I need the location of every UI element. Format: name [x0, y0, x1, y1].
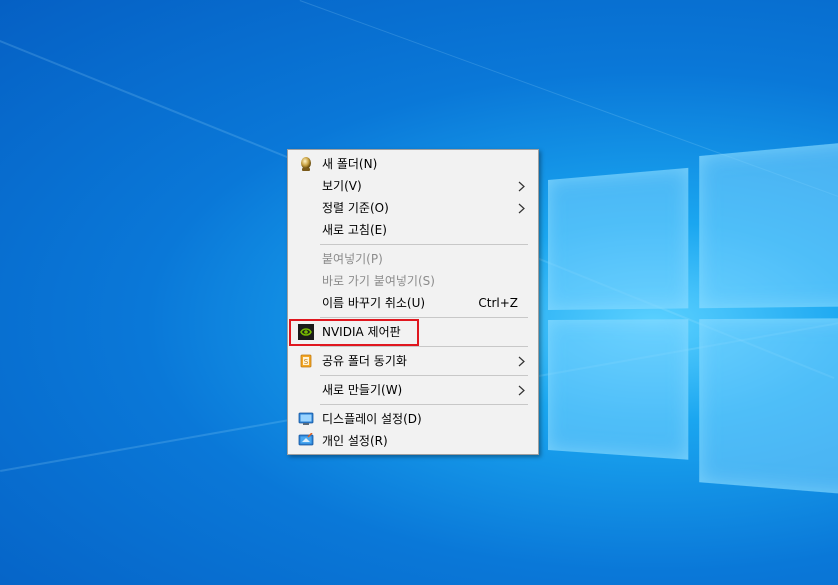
menu-item-label: 보기(V) [322, 179, 362, 193]
menu-separator [320, 244, 528, 245]
menu-separator [320, 346, 528, 347]
menu-item-label: 새 폴더(N) [322, 157, 378, 171]
menu-separator [320, 375, 528, 376]
menu-item-paste: 붙여넣기(P) [290, 248, 536, 270]
menu-item-label: 새로 만들기(W) [322, 383, 403, 397]
menu-item-shortcut: Ctrl+Z [478, 296, 518, 310]
menu-item-label: 이름 바꾸기 취소(U) [322, 296, 426, 310]
menu-item-new[interactable]: 새로 만들기(W) [290, 379, 536, 401]
windows-logo-pane [699, 136, 838, 309]
menu-item-label: 바로 가기 붙여넣기(S) [322, 274, 435, 288]
menu-separator [320, 317, 528, 318]
windows-logo-pane [548, 167, 689, 310]
chevron-right-icon [518, 379, 528, 401]
menu-item-display-settings[interactable]: 디스플레이 설정(D) [290, 408, 536, 430]
menu-item-label: 새로 고침(E) [322, 223, 387, 237]
chevron-right-icon [518, 350, 528, 372]
menu-separator [320, 404, 528, 405]
menu-item-refresh[interactable]: 새로 고침(E) [290, 219, 536, 241]
menu-item-personalize[interactable]: 개인 설정(R) [290, 430, 536, 452]
menu-item-new-folder[interactable]: 새 폴더(N) [290, 153, 536, 175]
menu-item-undo-rename[interactable]: 이름 바꾸기 취소(U) Ctrl+Z [290, 292, 536, 314]
svg-text:S: S [304, 358, 309, 366]
menu-item-sort-by[interactable]: 정렬 기준(O) [290, 197, 536, 219]
menu-item-label: 디스플레이 설정(D) [322, 412, 422, 426]
personalize-icon [298, 432, 314, 449]
menu-item-paste-shortcut: 바로 가기 붙여넣기(S) [290, 270, 536, 292]
display-icon [298, 411, 314, 427]
sync-icon: S [298, 353, 314, 369]
menu-item-view[interactable]: 보기(V) [290, 175, 536, 197]
highlight-box [289, 319, 419, 346]
menu-item-label: 개인 설정(R) [322, 434, 388, 448]
context-menu: 새 폴더(N) 보기(V) 정렬 기준(O) 새로 고침(E) 붙여넣기(P) … [287, 149, 539, 455]
chevron-right-icon [518, 175, 528, 197]
menu-item-label: 공유 폴더 동기화 [322, 354, 407, 368]
menu-item-label: 붙여넣기(P) [322, 252, 383, 266]
windows-logo [548, 116, 838, 545]
windows-logo-pane [548, 319, 689, 460]
menu-item-sync-shared-folder[interactable]: S 공유 폴더 동기화 [290, 350, 536, 372]
windows-logo-pane [699, 317, 838, 499]
gold-orb-icon [298, 156, 314, 172]
chevron-right-icon [518, 197, 528, 219]
menu-item-label: 정렬 기준(O) [322, 201, 389, 215]
